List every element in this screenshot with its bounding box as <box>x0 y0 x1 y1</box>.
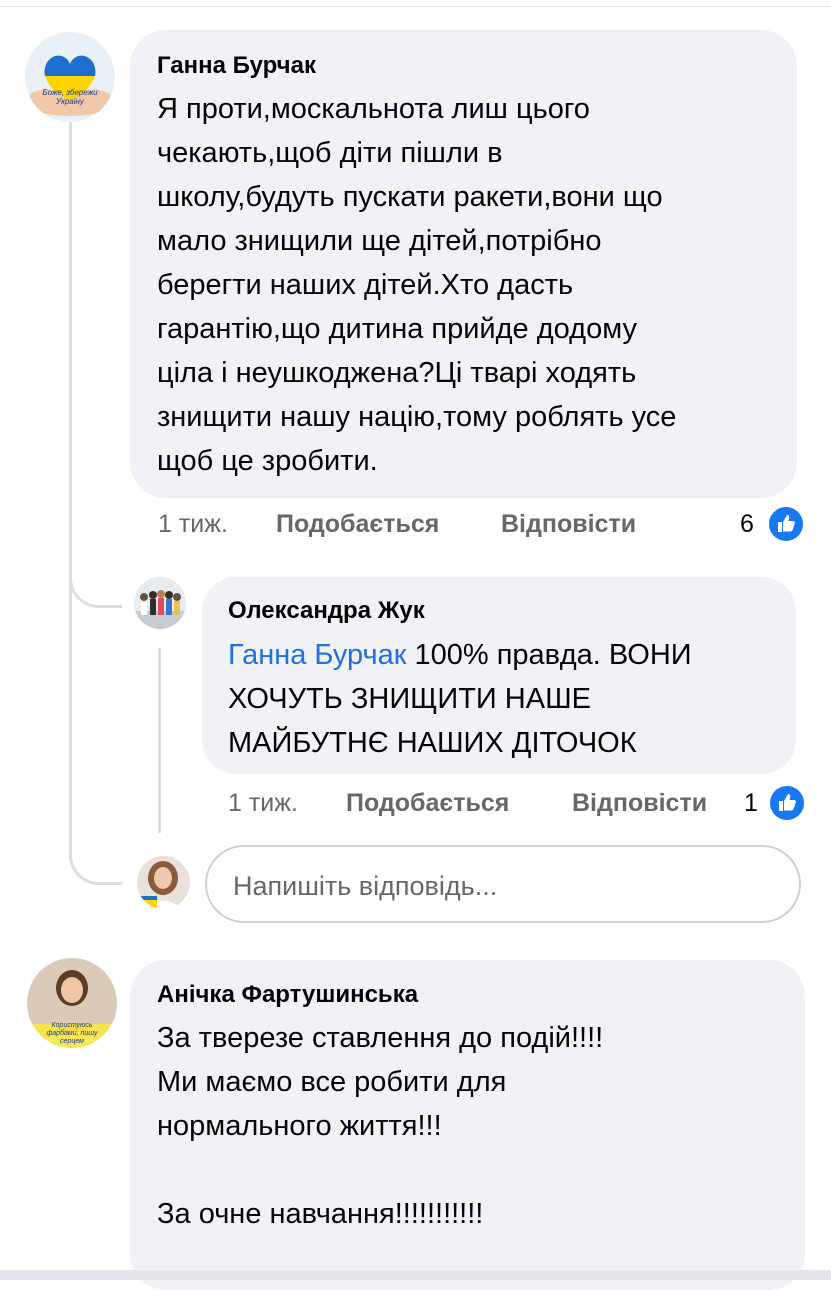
comment-time[interactable]: 1 тиж. <box>158 510 228 539</box>
group-photo-icon <box>134 577 186 629</box>
reaction-count[interactable]: 6 <box>740 510 754 539</box>
thread-line-main <box>69 120 72 860</box>
user-photo-icon <box>137 856 190 909</box>
top-divider <box>0 6 831 7</box>
comment-text: Я проти,москальнота лиш цього чекають,що… <box>157 93 677 477</box>
comment-time[interactable]: 1 тиж. <box>228 789 298 818</box>
like-button[interactable]: Подобається <box>346 789 509 818</box>
comment-text: Ганна Бурчак 100% правда. ВОНИ ХОЧУТЬ ЗН… <box>228 633 788 765</box>
comment-author[interactable]: Анічка Фартушинська <box>157 981 418 1009</box>
reply-button[interactable]: Відповісти <box>501 510 636 539</box>
thread-line-reply <box>158 648 161 833</box>
like-reaction-icon[interactable] <box>768 784 806 822</box>
reply-input[interactable] <box>231 867 775 905</box>
current-user-avatar[interactable] <box>137 856 190 909</box>
thread-connector-1 <box>69 560 122 608</box>
mention-link[interactable]: Ганна Бурчак <box>228 639 406 671</box>
comment-author[interactable]: Ганна Бурчак <box>157 52 316 80</box>
comment-author[interactable]: Олександра Жук <box>228 597 425 625</box>
like-button[interactable]: Подобається <box>276 510 439 539</box>
avatar-caption: Користуюсь фарбами, пишу серцем <box>46 1022 98 1045</box>
reply-input-box[interactable] <box>205 845 801 923</box>
avatar[interactable] <box>25 32 115 122</box>
comment-text: За тверезе ставлення до подій!!!! Ми має… <box>157 1022 604 1230</box>
reply-button[interactable]: Відповісти <box>572 789 707 818</box>
like-reaction-icon[interactable] <box>767 505 805 543</box>
reaction-count[interactable]: 1 <box>744 789 758 818</box>
avatar-caption: Боже, збережи Україну <box>42 88 98 106</box>
heart-flag-icon <box>25 32 115 122</box>
avatar[interactable] <box>134 577 186 629</box>
bottom-divider <box>0 1270 831 1280</box>
thread-connector-2 <box>69 835 122 885</box>
